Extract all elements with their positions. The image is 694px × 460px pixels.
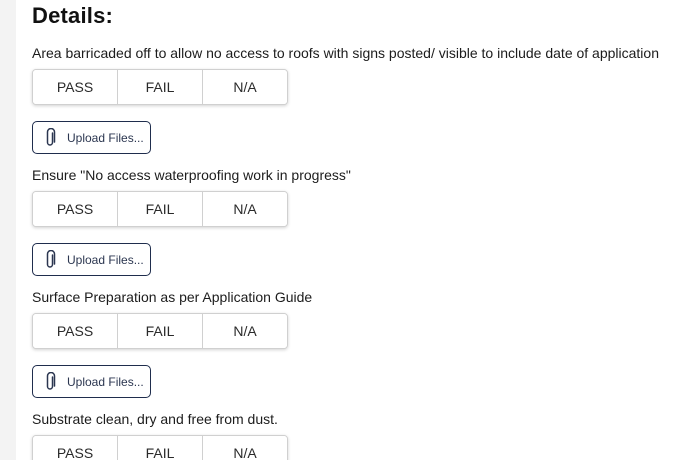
paperclip-icon	[43, 249, 57, 270]
upload-files-button[interactable]: Upload Files...	[32, 365, 151, 398]
checklist-item: Ensure "No access waterproofing work in …	[32, 165, 694, 276]
upload-files-label: Upload Files...	[67, 130, 144, 145]
pass-fail-na-group: PASS FAIL N/A	[32, 69, 288, 105]
pass-option[interactable]: PASS	[33, 314, 117, 348]
fail-option[interactable]: FAIL	[117, 436, 202, 460]
upload-files-button[interactable]: Upload Files...	[32, 243, 151, 276]
upload-files-button[interactable]: Upload Files...	[32, 121, 151, 154]
section-title: Details:	[32, 3, 114, 28]
upload-files-label: Upload Files...	[67, 374, 144, 389]
pass-option[interactable]: PASS	[33, 70, 117, 104]
pass-fail-na-group: PASS FAIL N/A	[32, 435, 288, 460]
pass-fail-na-group: PASS FAIL N/A	[32, 313, 288, 349]
checklist-item-label: Surface Preparation as per Application G…	[32, 289, 313, 305]
checklist-item: Area barricaded off to allow no access t…	[32, 43, 694, 154]
upload-files-label: Upload Files...	[67, 252, 144, 267]
fail-option[interactable]: FAIL	[117, 314, 202, 348]
na-option[interactable]: N/A	[202, 192, 287, 226]
checklist-item-label: Area barricaded off to allow no access t…	[32, 45, 659, 61]
details-panel: Details: Area barricaded off to allow no…	[16, 0, 694, 460]
paperclip-icon	[43, 127, 57, 148]
checklist-item-label: Substrate clean, dry and free from dust.	[32, 411, 278, 427]
fail-option[interactable]: FAIL	[117, 70, 202, 104]
pass-option[interactable]: PASS	[33, 192, 117, 226]
checklist-item: Substrate clean, dry and free from dust.…	[32, 409, 694, 460]
checklist-item-label: Ensure "No access waterproofing work in …	[32, 167, 351, 183]
pass-fail-na-group: PASS FAIL N/A	[32, 191, 288, 227]
na-option[interactable]: N/A	[202, 314, 287, 348]
fail-option[interactable]: FAIL	[117, 192, 202, 226]
na-option[interactable]: N/A	[202, 436, 287, 460]
pass-option[interactable]: PASS	[33, 436, 117, 460]
na-option[interactable]: N/A	[202, 70, 287, 104]
paperclip-icon	[43, 371, 57, 392]
checklist-item: Surface Preparation as per Application G…	[32, 287, 694, 398]
